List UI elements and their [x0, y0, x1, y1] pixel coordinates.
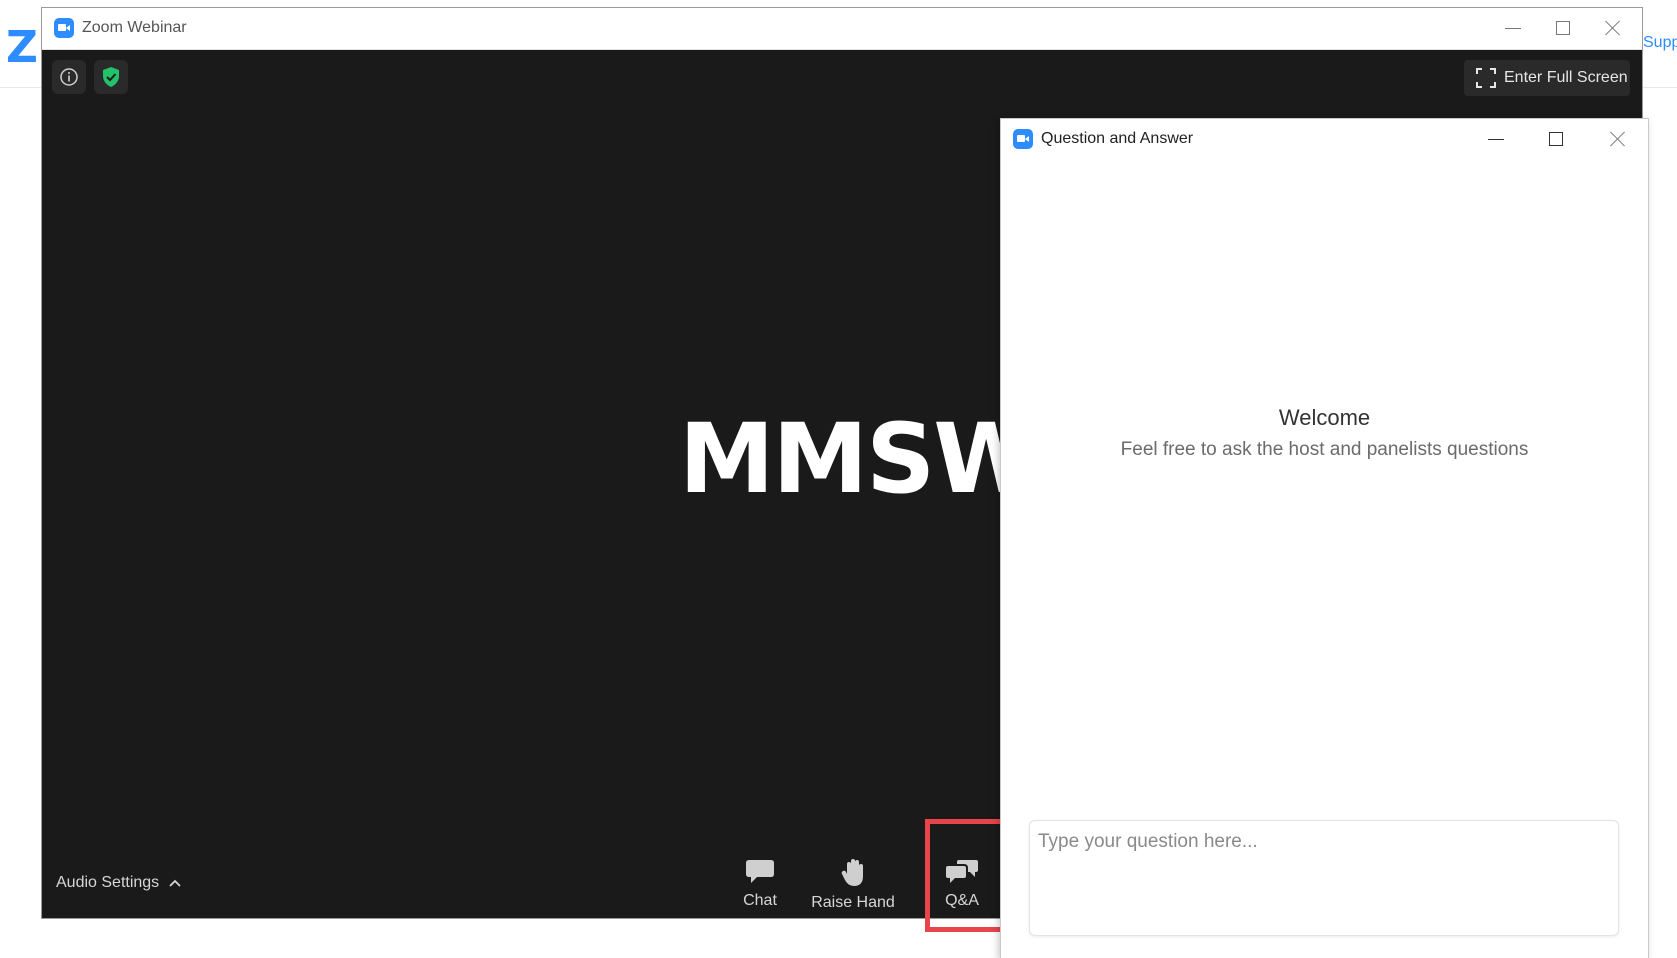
- question-input[interactable]: [1029, 820, 1619, 936]
- qa-window-title: Question and Answer: [1041, 130, 1194, 147]
- main-minimize-button[interactable]: [1490, 8, 1536, 48]
- chevron-up-icon: [169, 879, 181, 887]
- zoom-app-icon: [54, 18, 74, 38]
- fullscreen-icon: [1476, 68, 1496, 88]
- maximize-icon: [1549, 132, 1563, 146]
- shield-check-icon: [103, 67, 119, 87]
- maximize-icon: [1556, 21, 1570, 35]
- enter-full-screen-button[interactable]: Enter Full Screen: [1464, 60, 1630, 96]
- qa-welcome-heading: Welcome: [1278, 405, 1371, 430]
- qa-maximize-button[interactable]: [1533, 119, 1579, 159]
- raise-hand-icon: [841, 859, 863, 886]
- main-close-button[interactable]: [1590, 8, 1636, 48]
- minimize-icon: [1488, 138, 1504, 140]
- zoom-app-icon: [1013, 129, 1033, 149]
- main-titlebar[interactable]: Zoom Webinar: [42, 8, 1642, 50]
- background-support-link[interactable]: Supp: [1643, 34, 1677, 52]
- qa-close-button[interactable]: [1595, 119, 1641, 159]
- audio-settings-label: Audio Settings: [56, 874, 160, 891]
- close-icon: [1610, 131, 1626, 147]
- info-icon: [60, 68, 78, 86]
- enter-full-screen-label: Enter Full Screen: [1504, 69, 1628, 86]
- raise-hand-button[interactable]: Raise Hand: [808, 858, 898, 918]
- main-maximize-button[interactable]: [1540, 8, 1586, 48]
- raise-hand-label: Raise Hand: [811, 894, 895, 911]
- chat-label: Chat: [743, 892, 777, 909]
- chat-bubble-icon: [746, 860, 774, 883]
- shared-screen-content: MMSW: [679, 403, 1039, 515]
- chat-button[interactable]: Chat: [732, 858, 788, 918]
- main-window-title: Zoom Webinar: [82, 19, 187, 36]
- question-and-answer-window: Question and Answer Welcome Feel free to…: [1001, 119, 1648, 958]
- minimize-icon: [1505, 27, 1521, 29]
- background-zoom-logo: Z: [6, 22, 38, 73]
- qa-welcome-subtitle: Feel free to ask the host and panelists …: [1120, 439, 1529, 460]
- meeting-info-button[interactable]: [52, 60, 86, 94]
- qa-minimize-button[interactable]: [1473, 119, 1519, 159]
- security-button[interactable]: [94, 60, 128, 94]
- close-icon: [1605, 20, 1621, 36]
- qa-highlight-box: [925, 819, 1013, 932]
- audio-settings-button[interactable]: Audio Settings: [56, 874, 181, 892]
- qa-titlebar[interactable]: Question and Answer: [1001, 119, 1648, 159]
